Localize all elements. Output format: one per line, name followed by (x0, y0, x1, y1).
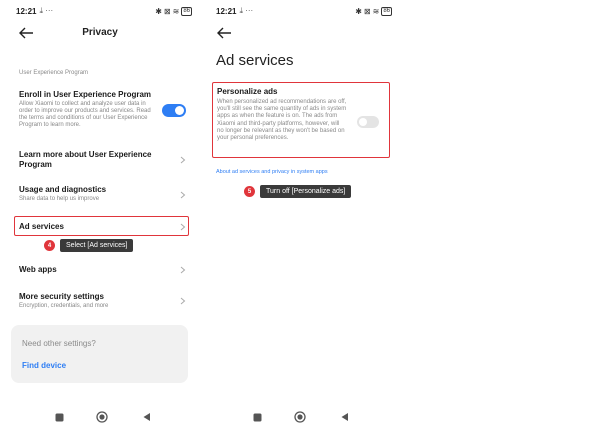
chevron-right-icon (180, 223, 186, 231)
step-number: 5 (244, 186, 255, 197)
chevron-right-icon (180, 266, 186, 274)
row-title: Learn more about User Experience Program (19, 150, 152, 169)
chevron-right-icon (180, 297, 186, 305)
bluetooth-icon: ✱ (155, 6, 162, 16)
usage-diagnostics-row[interactable]: Usage and diagnostics Share data to help… (19, 185, 188, 207)
chevron-right-icon (180, 156, 186, 164)
page-title: Privacy (82, 27, 118, 38)
step-tooltip: Select [Ad services] (60, 239, 134, 252)
status-bar: 12:21 ⤓ ··· ✱ ⊠ ≋ 86 (216, 5, 392, 17)
chevron-right-icon (180, 191, 186, 199)
back-nav-icon[interactable] (337, 410, 351, 424)
home-icon[interactable] (293, 410, 307, 424)
more-security-row[interactable]: More security settings Encryption, crede… (19, 292, 188, 314)
step-tooltip: Turn off [Personalize ads] (260, 185, 352, 198)
privacy-screen: 12:21 ⤓ ··· ✱ ⊠ ≋ 86 Privacy User Experi… (0, 0, 200, 436)
row-title: More security settings (19, 292, 104, 301)
back-arrow-icon[interactable] (18, 26, 34, 40)
section-label: User Experience Program (19, 70, 89, 76)
mute-icon: ⊠ (363, 6, 371, 16)
status-time: 12:21 (216, 6, 237, 16)
status-extra: ⤓ ··· (39, 6, 54, 15)
row-title: Enroll in User Experience Program (19, 90, 152, 99)
row-subtitle: Allow Xiaomi to collect and analyze user… (19, 101, 151, 128)
battery-icon: 86 (381, 6, 392, 16)
step-4-callout: 4 Select [Ad services] (44, 239, 134, 252)
nav-bar (0, 410, 200, 424)
web-apps-row[interactable]: Web apps (19, 265, 188, 277)
recents-icon[interactable] (250, 410, 264, 424)
recents-icon[interactable] (52, 410, 66, 424)
step-number: 4 (44, 240, 55, 251)
ad-privacy-link[interactable]: About ad services and privacy in system … (216, 169, 328, 175)
personalize-ads-title: Personalize ads (217, 87, 278, 96)
battery-icon: 86 (181, 6, 192, 16)
personalize-ads-toggle[interactable] (357, 116, 379, 128)
mute-icon: ⊠ (163, 6, 171, 16)
ad-services-row[interactable]: Ad services (19, 222, 188, 234)
step-5-callout: 5 Turn off [Personalize ads] (244, 185, 352, 198)
back-arrow-icon[interactable] (216, 26, 232, 40)
personalize-ads-row[interactable]: Personalize ads When personalized ad rec… (217, 87, 387, 155)
row-title: Ad services (19, 222, 64, 231)
wifi-icon: ≋ (372, 6, 380, 16)
other-settings-card: Need other settings? Find device (11, 325, 188, 383)
row-title: Usage and diagnostics (19, 185, 107, 194)
personalize-ads-description: When personalized ad recommendations are… (217, 99, 347, 142)
status-extra: ⤓ ··· (239, 6, 254, 15)
row-subtitle: Share data to help us improve (19, 196, 100, 202)
wifi-icon: ≋ (172, 6, 180, 16)
status-bar: 12:21 ⤓ ··· ✱ ⊠ ≋ 86 (16, 5, 192, 17)
back-nav-icon[interactable] (139, 410, 153, 424)
page-title: Ad services (216, 52, 294, 69)
home-icon[interactable] (95, 410, 109, 424)
row-subtitle: Encryption, credentials, and more (19, 303, 109, 309)
card-question: Need other settings? (22, 339, 96, 348)
bluetooth-icon: ✱ (355, 6, 362, 16)
row-title: Web apps (19, 265, 57, 274)
enroll-toggle[interactable] (162, 104, 186, 117)
ad-services-screen: 12:21 ⤓ ··· ✱ ⊠ ≋ 86 Ad services Persona… (200, 0, 400, 436)
enroll-uep-row[interactable]: Enroll in User Experience Program Allow … (19, 90, 188, 138)
nav-bar (200, 410, 400, 424)
find-device-link[interactable]: Find device (22, 361, 66, 370)
learn-more-row[interactable]: Learn more about User Experience Program (19, 150, 188, 172)
status-time: 12:21 (16, 6, 37, 16)
